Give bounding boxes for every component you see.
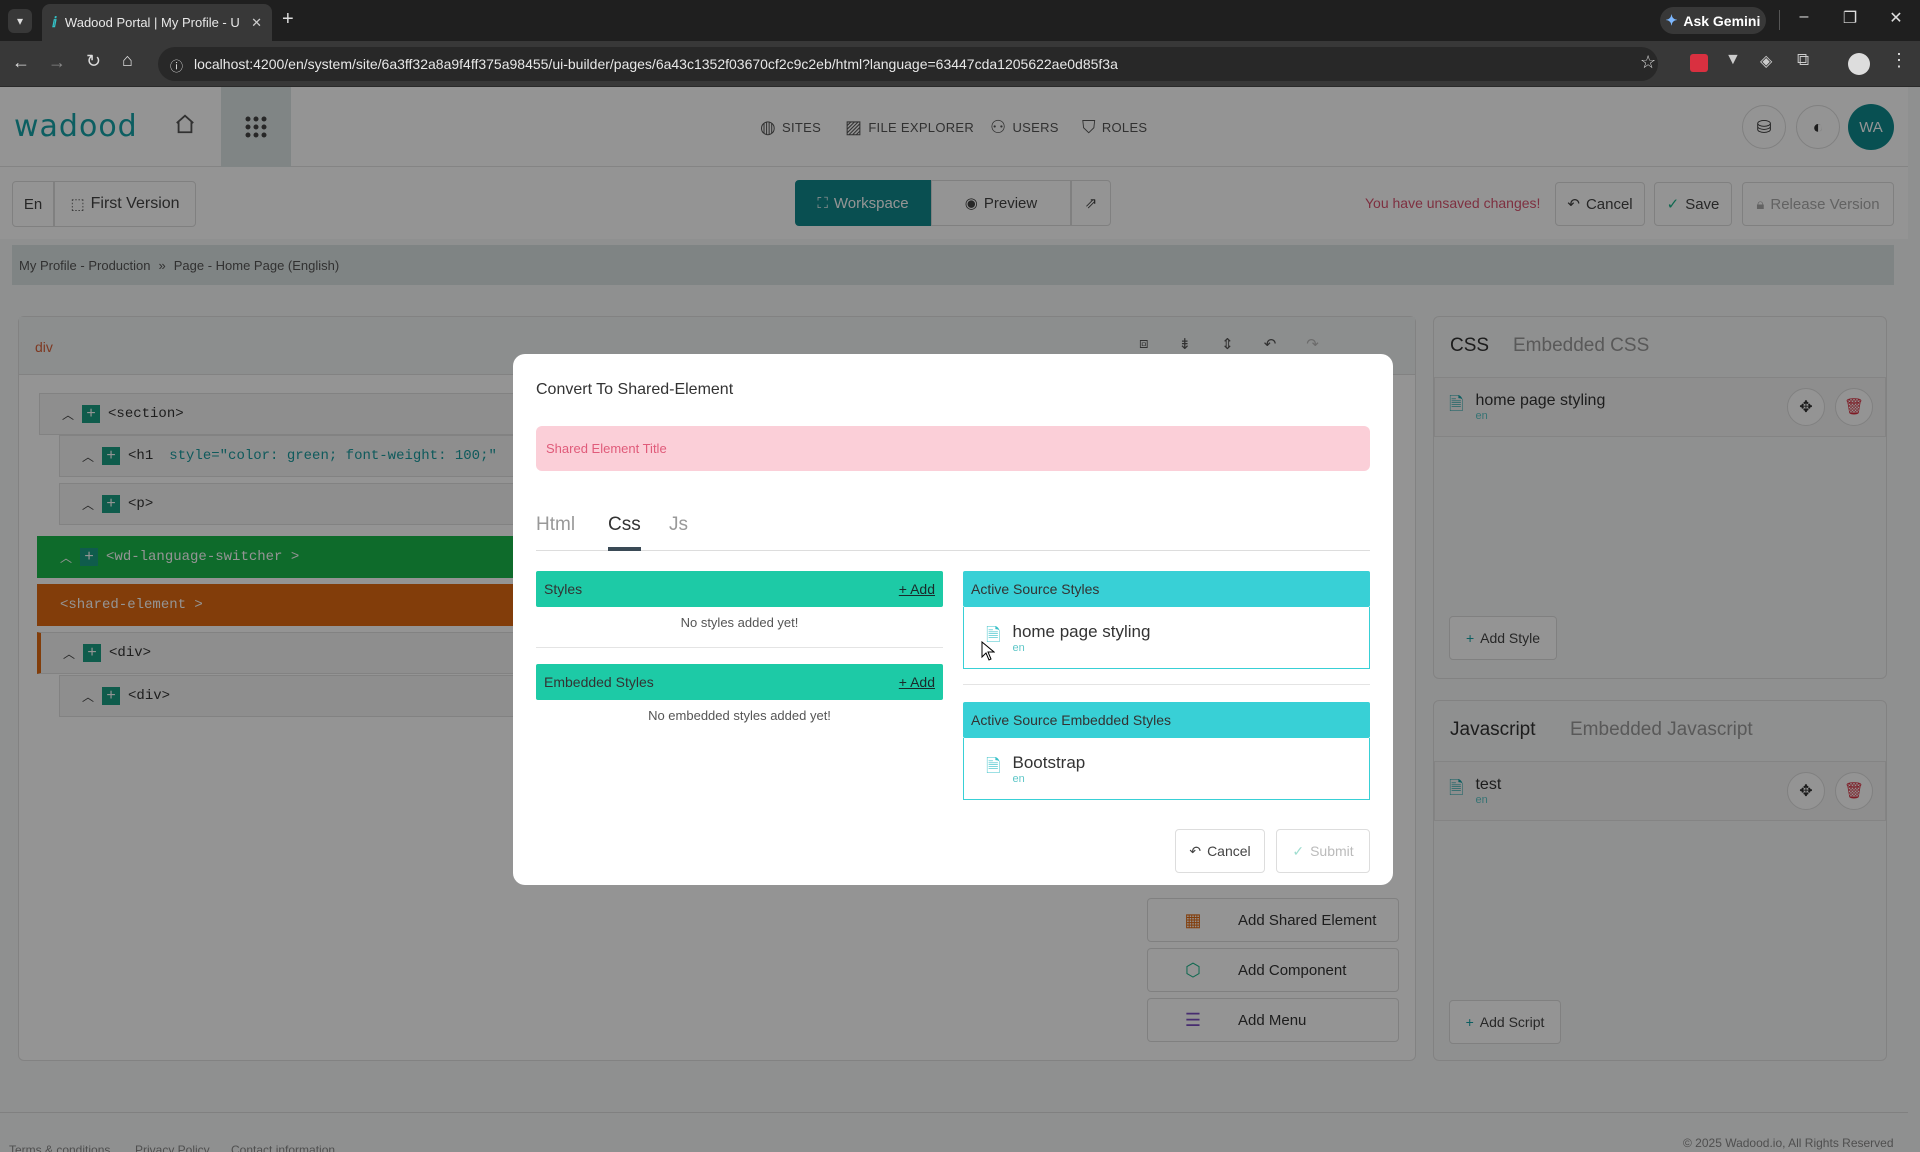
tab-search-icon[interactable]: ▾ xyxy=(8,9,32,33)
browser-menu-icon[interactable]: ⋮ xyxy=(1890,50,1908,71)
active-source-embedded-title: Active Source Embedded Styles xyxy=(971,712,1171,728)
undo-icon: ↶ xyxy=(1189,842,1202,859)
tab-js[interactable]: Js xyxy=(669,514,688,536)
source-embedded-item[interactable]: 🗎︎ Bootstrap en xyxy=(963,738,1370,800)
site-info-icon[interactable]: ⓘ xyxy=(170,56,183,75)
source-style-name: home page styling xyxy=(1012,621,1151,641)
embedded-styles-header: Embedded Styles + Add xyxy=(536,664,943,700)
ask-gemini-label: Ask Gemini xyxy=(1683,12,1761,29)
no-styles-text: No styles added yet! xyxy=(680,615,799,630)
url-text: localhost:4200/en/system/site/6a3ff32a8a… xyxy=(194,56,1118,72)
address-bar: ← → ↻ ⌂ ⓘ localhost:4200/en/system/site/… xyxy=(0,41,1920,87)
close-tab-icon[interactable]: ✕ xyxy=(251,15,262,31)
divider xyxy=(536,647,943,648)
extension-1-icon[interactable] xyxy=(1690,54,1708,72)
ask-gemini-button[interactable]: ✦ Ask Gemini xyxy=(1660,7,1766,34)
url-input[interactable]: ⓘ localhost:4200/en/system/site/6a3ff32a… xyxy=(158,47,1658,81)
add-embedded-style-link[interactable]: + Add xyxy=(899,674,935,690)
source-style-lang: en xyxy=(1012,641,1025,654)
browser-tab[interactable]: ⅈ Wadood Portal | My Profile - U ✕ xyxy=(42,4,272,41)
bookmark-star-icon[interactable]: ☆ xyxy=(1640,52,1656,73)
styles-header: Styles + Add xyxy=(536,571,943,607)
back-icon[interactable]: ← xyxy=(12,52,30,73)
dialog-submit-button[interactable]: ✓ Submit xyxy=(1276,829,1370,873)
source-embedded-name: Bootstrap xyxy=(1012,752,1086,772)
site-favicon-icon: ⅈ xyxy=(52,14,57,30)
new-tab-button[interactable]: + xyxy=(282,8,294,31)
dialog-title: Convert To Shared-Element xyxy=(536,381,734,398)
profile-icon[interactable] xyxy=(1848,53,1870,75)
home-icon[interactable]: ⌂ xyxy=(122,50,133,71)
source-embedded-lang: en xyxy=(1012,772,1025,785)
forward-icon[interactable]: → xyxy=(48,52,66,73)
close-window-icon[interactable]: ✕ xyxy=(1873,8,1919,28)
file-icon: 🗎︎ xyxy=(986,755,1001,776)
active-source-styles-title: Active Source Styles xyxy=(971,581,1100,597)
tab-css[interactable]: Css xyxy=(608,514,641,551)
dialog-submit-label: Submit xyxy=(1310,843,1354,859)
tab-css-label: Css xyxy=(608,514,641,535)
minimize-icon[interactable]: – xyxy=(1781,8,1827,26)
tab-title: Wadood Portal | My Profile - U xyxy=(64,15,240,30)
styles-title: Styles xyxy=(544,581,583,597)
title-placeholder: Shared Element Title xyxy=(546,441,667,456)
divider xyxy=(963,684,1370,685)
restore-icon[interactable]: ❐ xyxy=(1827,8,1873,28)
reload-icon[interactable]: ↻ xyxy=(86,51,101,72)
active-source-styles-header: Active Source Styles xyxy=(963,571,1370,607)
shared-element-title-input[interactable]: Shared Element Title xyxy=(536,426,1370,471)
source-style-item[interactable]: 🗎︎ home page styling en xyxy=(963,607,1370,669)
mouse-cursor xyxy=(981,641,995,661)
tab-html[interactable]: Html xyxy=(536,514,575,536)
extension-3-icon[interactable]: ◈ xyxy=(1760,51,1772,71)
dialog-cancel-button[interactable]: ↶ Cancel xyxy=(1175,829,1265,873)
convert-shared-element-dialog: Convert To Shared-Element Shared Element… xyxy=(513,354,1393,885)
extension-2-icon[interactable]: ▼ xyxy=(1725,51,1741,69)
add-style-link[interactable]: + Add xyxy=(899,581,935,597)
embedded-styles-title: Embedded Styles xyxy=(544,674,654,690)
extensions-puzzle-icon[interactable]: ⧉ xyxy=(1797,50,1809,70)
gemini-icon: ✦ xyxy=(1665,12,1678,28)
dialog-tabs: Html Css Js xyxy=(536,514,1370,551)
no-embedded-styles-text: No embedded styles added yet! xyxy=(648,708,831,723)
divider xyxy=(1779,10,1780,30)
dialog-cancel-label: Cancel xyxy=(1207,843,1251,859)
browser-tabbar: ▾ ⅈ Wadood Portal | My Profile - U ✕ + ✦… xyxy=(0,0,1920,41)
check-icon: ✓ xyxy=(1292,842,1305,859)
active-source-embedded-header: Active Source Embedded Styles xyxy=(963,702,1370,738)
